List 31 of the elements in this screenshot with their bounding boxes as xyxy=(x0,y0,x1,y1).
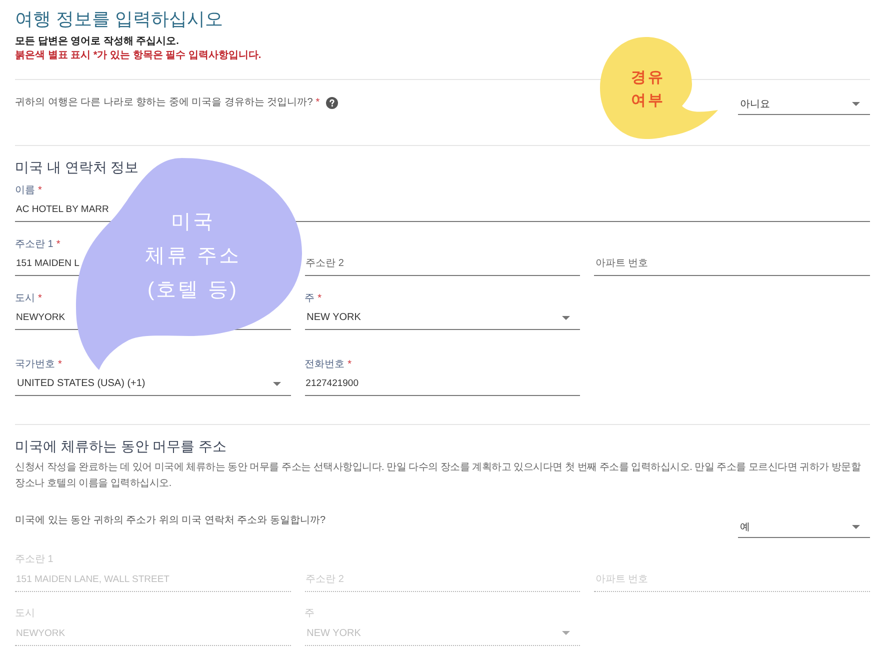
caret-icon xyxy=(562,631,570,635)
section-heading: 미국 내 연락처 정보 xyxy=(15,158,140,177)
select-field[interactable]: UNITED STATES (USA) (+1) xyxy=(15,372,291,396)
select-field[interactable]: 아니요 xyxy=(738,94,870,115)
question-text: 미국에 있는 동안 귀하의 주소가 위의 미국 연락처 주소와 동일합니까? xyxy=(15,514,326,528)
instruction-text: 붉은색 별표 표시 *가 있는 항목은 필수 입력사항입니다. xyxy=(15,49,262,63)
field-label: 주소란 1 xyxy=(15,553,54,567)
section-description: 신청서 작성을 완료하는 데 있어 미국에 체류하는 동안 머무를 주소는 선택사항입니다. 만일 다수의 장소를 계획하고 있으시다면 첫 번째 주소를 입력하십시오. 만일 주소를 모르신다면 귀하가 방문할 장소나 호텔의 이름을 입력하십시오. xyxy=(15,461,862,491)
text-field[interactable]: 주소란 2 xyxy=(304,252,580,276)
field-label: 도시 xyxy=(15,607,35,621)
caret-icon xyxy=(562,316,570,320)
field-label: 도시 * xyxy=(15,292,42,306)
page-title: 여행 정보를 입력하십시오 xyxy=(15,8,224,31)
caret-icon xyxy=(852,102,860,106)
field-label: 전화번호 * xyxy=(304,358,352,372)
caret-icon xyxy=(852,525,860,529)
question-text: 귀하의 여행은 다른 나라로 향하는 중에 미국을 경유하는 것입니까? * xyxy=(15,96,320,110)
help-icon[interactable] xyxy=(326,97,338,109)
field-label: 주소란 1 * xyxy=(15,238,60,252)
caret-icon xyxy=(272,382,281,386)
select-field[interactable]: NEW YORK xyxy=(304,306,580,330)
section-heading: 미국에 체류하는 동안 머무를 주소 xyxy=(15,437,228,456)
field-label: 이름 * xyxy=(15,184,42,198)
instruction-text: 모든 답변은 영어로 작성해 주십시오. xyxy=(15,35,180,49)
field-label: 국가번호 * xyxy=(15,358,62,372)
callout-text: 경유 여부 xyxy=(630,68,666,111)
field-label: 주 xyxy=(304,607,315,621)
select-field[interactable]: 예 xyxy=(738,517,870,538)
field-label: 주 * xyxy=(304,292,322,306)
text-field[interactable]: 2127421900 xyxy=(304,372,580,396)
text-field[interactable]: 아파트 번호 xyxy=(594,252,870,276)
